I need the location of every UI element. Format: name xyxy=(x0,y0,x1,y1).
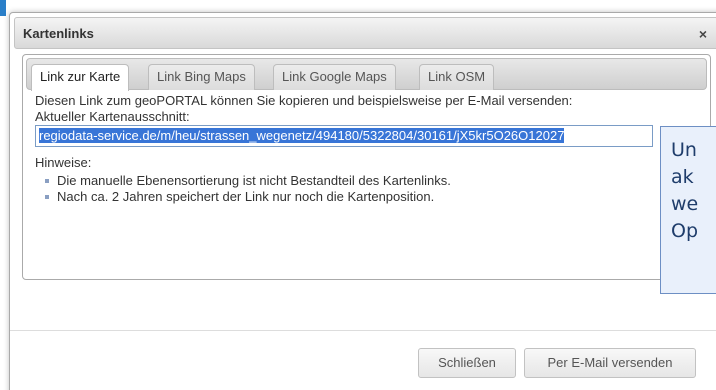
current-section-label: Aktueller Kartenausschnitt: xyxy=(35,109,190,124)
tooltip-line: we xyxy=(671,193,699,215)
info-tooltip: Un ak we Op xyxy=(660,126,716,294)
tooltip-line: Op xyxy=(671,220,699,242)
list-item: Die manuelle Ebenensortierung ist nicht … xyxy=(41,173,451,189)
corner-accent xyxy=(0,0,6,16)
list-item: Nach ca. 2 Jahren speichert der Link nur… xyxy=(41,189,451,205)
tab-link-zur-karte[interactable]: Link zur Karte xyxy=(31,64,130,91)
hint-text: Nach ca. 2 Jahren speichert der Link nur… xyxy=(57,189,435,204)
dialog-title: Kartenlinks xyxy=(23,26,94,41)
close-icon[interactable]: × xyxy=(693,24,713,44)
dialog-titlebar[interactable]: Kartenlinks × xyxy=(14,17,716,49)
hints-label: Hinweise: xyxy=(35,155,92,170)
tab-link-osm[interactable]: Link OSM xyxy=(419,64,495,90)
hint-text: Die manuelle Ebenensortierung ist nicht … xyxy=(57,173,451,188)
tabs-panel: Link zur Karte Link Bing Maps Link Googl… xyxy=(22,54,711,280)
bullet-icon xyxy=(45,179,49,183)
tab-link-bing-maps[interactable]: Link Bing Maps xyxy=(148,64,255,90)
map-link-value: regiodata-service.de/m/heu/strassen_wege… xyxy=(39,128,565,143)
link-description: Diesen Link zum geoPORTAL können Sie kop… xyxy=(35,93,573,108)
bullet-icon xyxy=(45,195,49,199)
tooltip-line: Un xyxy=(671,139,697,161)
send-email-button[interactable]: Per E-Mail versenden xyxy=(524,348,696,378)
tab-link-google-maps[interactable]: Link Google Maps xyxy=(273,64,396,90)
footer-divider xyxy=(10,330,716,331)
page: Kartenlinks × Link zur Karte Link Bing M… xyxy=(0,0,716,390)
tab-bar: Link zur Karte Link Bing Maps Link Googl… xyxy=(26,58,707,91)
close-button[interactable]: Schließen xyxy=(418,348,516,378)
tooltip-line: ak xyxy=(671,166,694,188)
hints-list: Die manuelle Ebenensortierung ist nicht … xyxy=(41,173,451,205)
map-link-input[interactable]: regiodata-service.de/m/heu/strassen_wege… xyxy=(35,125,653,147)
